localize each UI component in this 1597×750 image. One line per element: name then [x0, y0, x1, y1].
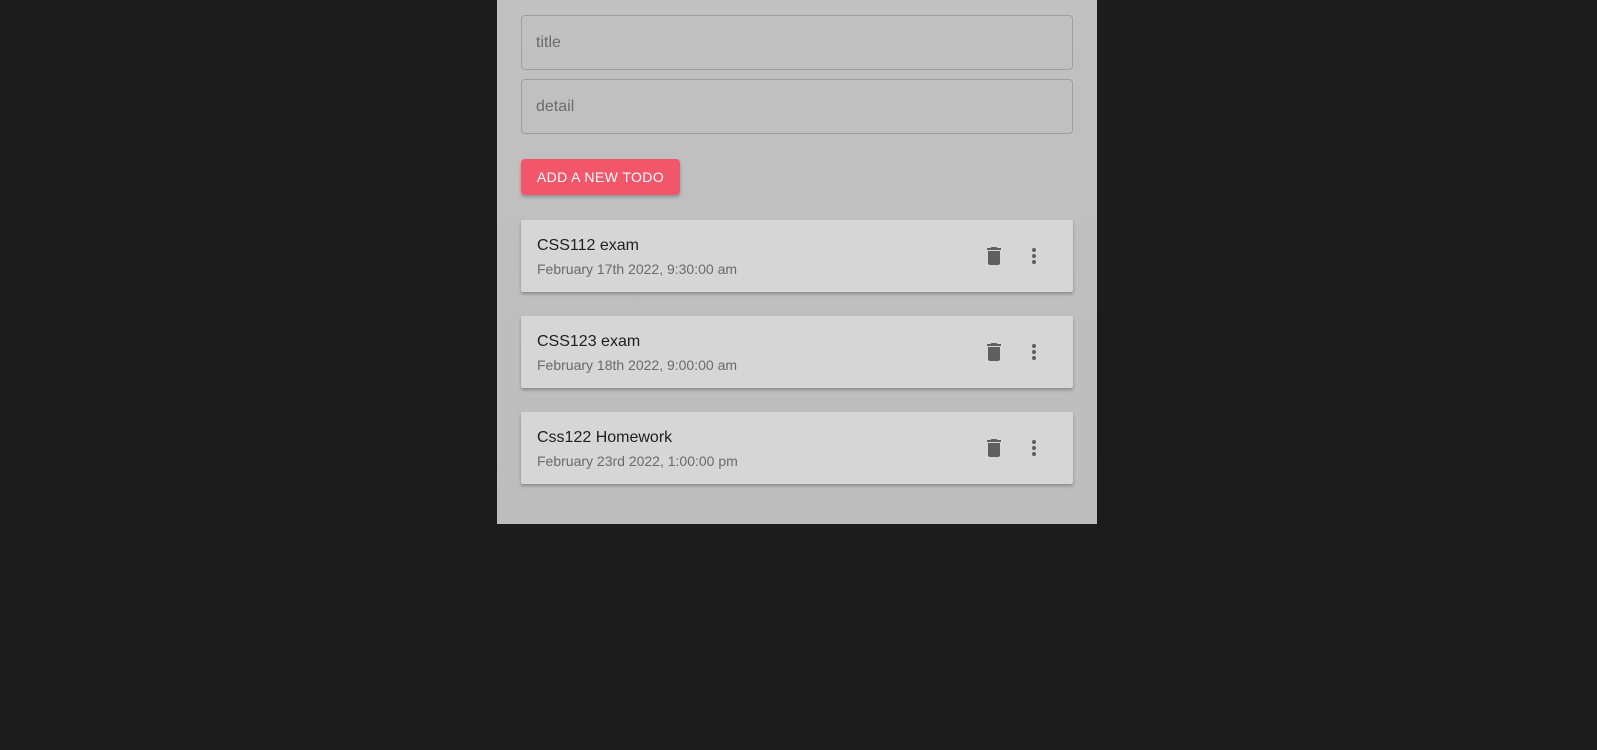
trash-icon[interactable]	[982, 436, 1006, 460]
todo-datetime: February 18th 2022, 9:00:00 am	[537, 357, 738, 373]
todo-datetime: February 17th 2022, 9:30:00 am	[537, 261, 738, 277]
more-vert-icon[interactable]	[1022, 436, 1046, 460]
todo-title: CSS123 exam	[537, 333, 641, 350]
more-vert-icon[interactable]	[1022, 340, 1046, 364]
trash-icon[interactable]	[982, 340, 1006, 364]
detail-input[interactable]	[521, 79, 1073, 134]
todo-item: CSS123 exam February 18th 2022, 9:00:00 …	[521, 316, 1073, 388]
todo-list: CSS112 exam February 17th 2022, 9:30:00 …	[521, 220, 1073, 508]
title-input[interactable]	[521, 15, 1073, 70]
todo-item: CSS112 exam February 17th 2022, 9:30:00 …	[521, 220, 1073, 292]
todo-datetime: February 23rd 2022, 1:00:00 pm	[537, 453, 738, 469]
more-vert-icon[interactable]	[1022, 244, 1046, 268]
trash-icon[interactable]	[982, 244, 1006, 268]
todo-panel: ADD A NEW TODO CSS112 exam February 17th…	[497, 0, 1097, 524]
todo-title: Css122 Homework	[537, 429, 673, 446]
todo-item: Css122 Homework February 23rd 2022, 1:00…	[521, 412, 1073, 484]
add-todo-button[interactable]: ADD A NEW TODO	[521, 159, 680, 195]
todo-title: CSS112 exam	[537, 237, 639, 254]
